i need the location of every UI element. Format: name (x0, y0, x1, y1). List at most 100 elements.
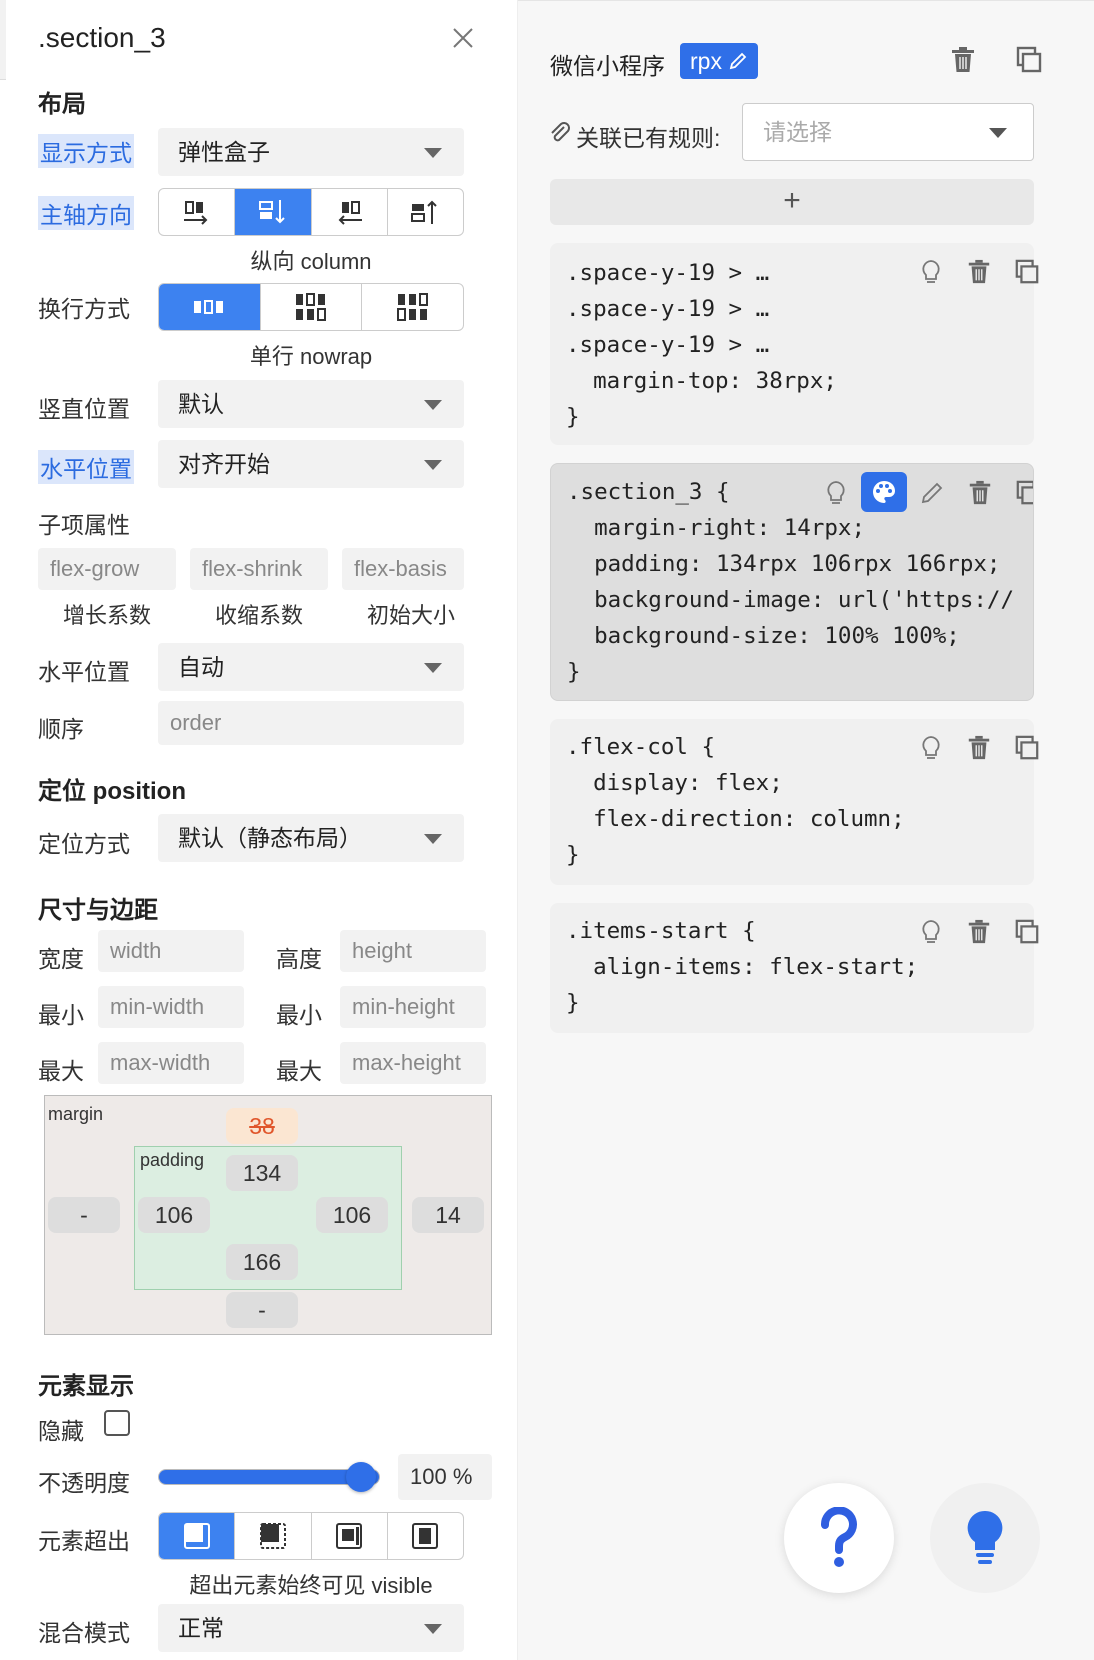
copy-icon[interactable] (1016, 46, 1042, 74)
child-heading: 子项属性 (38, 512, 130, 538)
unit-badge[interactable]: rpx (680, 43, 759, 79)
bulb-icon[interactable] (823, 480, 849, 506)
flex-grow-input[interactable]: flex-grow (38, 548, 176, 590)
horizontal-select[interactable]: 对齐开始 (158, 440, 464, 488)
copy-icon[interactable] (1014, 919, 1040, 945)
min-width-input[interactable]: min-width (98, 986, 244, 1028)
pencil-icon (730, 52, 747, 70)
overflow-visible-option[interactable] (159, 1513, 236, 1559)
flex-shrink-input[interactable]: flex-shrink (190, 548, 328, 590)
rule-code: .space-y-19 > … .space-y-19 > … .space-y… (566, 260, 837, 430)
overflow-hidden-option[interactable] (235, 1513, 312, 1559)
link-rule-label: 关联已有规则: (576, 125, 721, 151)
flex-basis-input[interactable]: flex-basis (342, 548, 464, 590)
copy-icon[interactable] (1014, 735, 1040, 761)
help-icon (821, 1507, 857, 1567)
bulb-icon[interactable] (918, 919, 944, 945)
blend-select[interactable]: 正常 (158, 1604, 464, 1652)
palette-icon (873, 481, 895, 503)
palette-button[interactable] (861, 472, 907, 512)
overflow-auto-icon (412, 1523, 439, 1549)
bulb-icon[interactable] (918, 259, 944, 285)
chevron-down-icon (989, 128, 1007, 138)
row-icon (183, 201, 208, 225)
size-heading: 尺寸与边距 (38, 897, 158, 924)
wrap-caption: 单行 nowrap (249, 344, 373, 369)
position-heading: 定位 position (38, 778, 186, 805)
min-height-input[interactable]: min-height (340, 986, 486, 1028)
rule-card-flex-col[interactable]: .flex-col { display: flex; flex-directio… (550, 719, 1039, 885)
overflow-scroll-icon (336, 1523, 363, 1549)
flex-grow-caption: 增长系数 (62, 603, 151, 628)
vertical-value: 默认 (178, 391, 224, 417)
margin-top-value[interactable]: 38 (226, 1108, 298, 1144)
nowrap-icon (194, 300, 224, 314)
flex-shrink-caption: 收缩系数 (214, 603, 303, 628)
wrap-label: 换行方式 (38, 296, 130, 322)
trash-icon[interactable] (950, 46, 976, 74)
copy-icon[interactable] (1014, 259, 1040, 285)
overflow-auto-option[interactable] (388, 1513, 463, 1559)
self-align-select[interactable]: 自动 (158, 643, 464, 691)
bulb-icon[interactable] (918, 735, 944, 761)
wrap-reverse-option[interactable] (362, 284, 463, 330)
padding-top-value[interactable]: 134 (226, 1155, 298, 1191)
copy-icon[interactable] (1015, 480, 1034, 506)
height-label: 高度 (276, 946, 322, 972)
pencil-icon[interactable] (919, 480, 945, 506)
panel-title: .section_3 (38, 22, 166, 53)
rule-card-section-3[interactable]: .section_3 { margin-right: 14rpx; paddin… (550, 463, 1034, 701)
rule-card-space-y[interactable]: .space-y-19 > … .space-y-19 > … .space-y… (550, 243, 1039, 445)
padding-bottom-value[interactable]: 166 (226, 1244, 298, 1280)
display-heading: 元素显示 (38, 1373, 134, 1400)
vertical-label: 竖直位置 (38, 396, 130, 422)
max-height-input[interactable]: max-height (340, 1042, 486, 1084)
overflow-label: 元素超出 (38, 1528, 130, 1554)
blend-label: 混合模式 (38, 1620, 130, 1646)
trash-icon[interactable] (966, 259, 992, 285)
vertical-select[interactable]: 默认 (158, 380, 464, 428)
tips-button[interactable] (930, 1483, 1040, 1593)
wrap-segmented[interactable] (158, 283, 464, 331)
hidden-checkbox[interactable] (104, 1410, 130, 1436)
padding-right-value[interactable]: 106 (316, 1197, 388, 1233)
display-select[interactable]: 弹性盒子 (158, 128, 464, 176)
order-input[interactable]: order (158, 701, 464, 745)
wrap-wrap-option[interactable] (261, 284, 363, 330)
height-input[interactable]: height (340, 930, 486, 972)
overflow-scroll-option[interactable] (312, 1513, 388, 1559)
padding-left-value[interactable]: 106 (138, 1197, 210, 1233)
help-button[interactable] (784, 1483, 894, 1593)
add-rule-button[interactable]: + (550, 179, 1034, 225)
direction-segmented[interactable] (158, 188, 464, 236)
trash-icon[interactable] (966, 735, 992, 761)
margin-label: margin (48, 1104, 104, 1124)
width-input[interactable]: width (98, 930, 244, 972)
opacity-unit: % (452, 1464, 473, 1489)
column-reverse-icon (411, 200, 438, 224)
min-width-label: 最小 (38, 1002, 84, 1028)
direction-row-option[interactable] (159, 189, 236, 235)
opacity-slider-thumb[interactable] (346, 1462, 376, 1492)
link-rule-select[interactable]: 请选择 (742, 103, 1034, 161)
position-select[interactable]: 默认（静态布局） (158, 814, 464, 862)
flex-basis-caption: 初始大小 (366, 603, 455, 628)
direction-column-option[interactable] (235, 189, 312, 235)
padding-label: padding (140, 1150, 205, 1170)
overflow-segmented[interactable] (158, 1512, 464, 1560)
self-align-label: 水平位置 (38, 659, 130, 685)
direction-column-reverse-option[interactable] (388, 189, 463, 235)
direction-row-reverse-option[interactable] (312, 189, 388, 235)
margin-right-value[interactable]: 14 (412, 1197, 484, 1233)
trash-icon[interactable] (966, 919, 992, 945)
close-icon[interactable] (449, 24, 477, 52)
max-width-input[interactable]: max-width (98, 1042, 244, 1084)
opacity-input[interactable]: 100 % (398, 1454, 492, 1500)
rule-code: .items-start { align-items: flex-start; … (566, 918, 919, 1016)
row-reverse-icon (338, 201, 363, 225)
margin-bottom-value[interactable]: - (226, 1292, 298, 1328)
rule-card-items-start[interactable]: .items-start { align-items: flex-start; … (550, 903, 1039, 1033)
wrap-nowrap-option[interactable] (159, 284, 261, 330)
margin-left-value[interactable]: - (48, 1197, 120, 1233)
trash-icon[interactable] (967, 480, 993, 506)
